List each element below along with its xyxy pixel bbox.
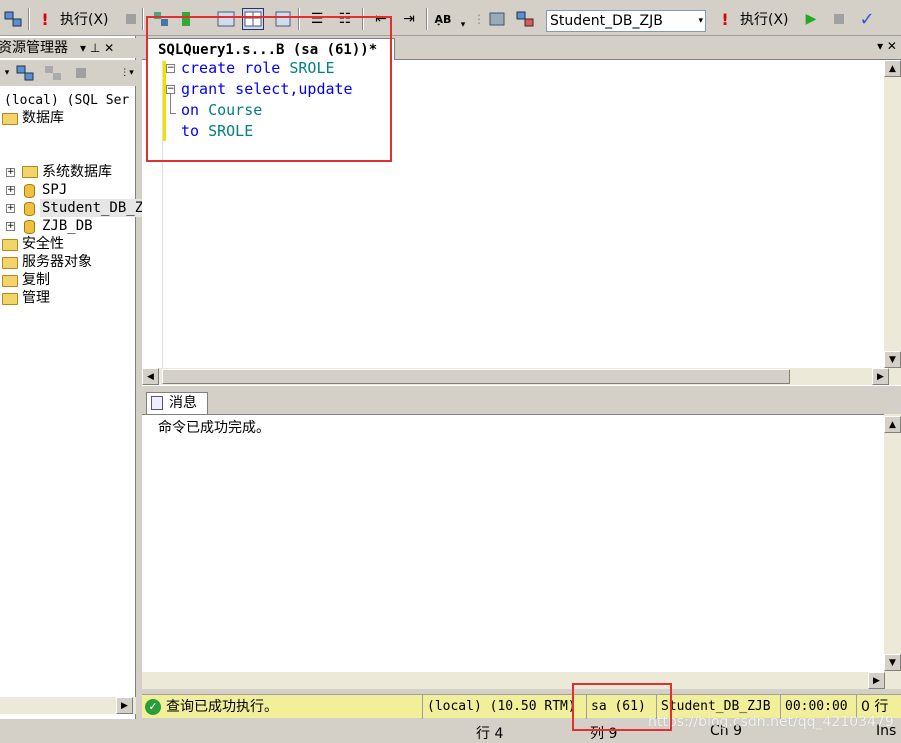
object-explorer: 资源管理器 ▾ ⊥ ✕ ▾ ⋮▾ (local) (SQL Ser 数据库 + …	[0, 36, 146, 719]
results-hscroll[interactable]: ▶	[142, 672, 901, 689]
tree-node-student-db[interactable]: Student_DB_Z	[40, 199, 146, 217]
highlight-box-user	[572, 683, 672, 731]
stop-debug-icon[interactable]	[828, 8, 850, 30]
server-icon[interactable]	[486, 8, 508, 30]
database-select-value: Student_DB_ZJB	[550, 13, 663, 29]
connect-icon[interactable]	[14, 62, 36, 84]
tab-messages[interactable]: 消息	[146, 392, 208, 414]
database-select[interactable]: Student_DB_ZJB ▾	[546, 10, 706, 32]
object-explorer-hscroll[interactable]: ▶	[0, 697, 136, 714]
results-pane: 命令已成功完成。	[142, 414, 884, 672]
tree-node-management[interactable]: 管理	[22, 289, 50, 307]
scroll-up-icon[interactable]: ▲	[884, 416, 901, 433]
exclamation-icon[interactable]: !	[34, 8, 56, 30]
status-server: (local) (10.50 RTM)	[422, 695, 576, 719]
folder-icon	[22, 166, 38, 178]
tree-node-zjb-db[interactable]: ZJB_DB	[42, 217, 93, 235]
scroll-down-icon[interactable]: ▼	[884, 351, 901, 368]
folder-icon	[2, 293, 18, 305]
toolbar-grip-icon: ⋮	[473, 12, 485, 26]
highlight-box-code	[146, 16, 392, 162]
tree-node-server-objects[interactable]: 服务器对象	[22, 253, 92, 271]
expand-icon[interactable]: +	[6, 186, 15, 195]
folder-icon	[2, 239, 18, 251]
database-icon	[24, 220, 35, 234]
stop-icon[interactable]	[70, 62, 92, 84]
chevron-down-icon[interactable]: ▾	[698, 11, 703, 31]
tab-controls[interactable]: ▾ ✕	[877, 39, 897, 53]
editor-hscroll[interactable]: ◀ ▶	[142, 368, 901, 385]
results-vscroll[interactable]: ▲ ▼	[884, 414, 901, 672]
overflow-icon[interactable]: ⋮▾	[120, 62, 134, 84]
messages-icon	[151, 396, 163, 410]
tree-node-spj[interactable]: SPJ	[42, 181, 67, 199]
connect-icon[interactable]	[2, 8, 24, 30]
tree-node-security[interactable]: 安全性	[22, 235, 64, 253]
debug-icon[interactable]: ▶	[800, 8, 822, 30]
toolbar: ! 执行(X) ☰ ☷ ⇤ ⇥ A͎B ▾ ⋮ Student_DB_ZJB ▾…	[0, 0, 901, 36]
specify-values-icon[interactable]: A͎B	[432, 8, 454, 30]
execute-button-secondary[interactable]: 执行(X)	[740, 9, 789, 31]
exclamation-icon[interactable]: !	[714, 8, 736, 30]
object-explorer-header: 资源管理器 ▾ ⊥ ✕	[0, 38, 136, 58]
result-message: 命令已成功完成。	[158, 420, 270, 436]
status-message: 查询已成功执行。	[166, 699, 278, 715]
stop-icon[interactable]	[120, 8, 142, 30]
line-indicator: 行 4	[476, 726, 504, 742]
folder-icon	[2, 257, 18, 269]
database-icon	[24, 202, 35, 216]
scroll-up-icon[interactable]: ▲	[884, 60, 901, 77]
editor-vscroll[interactable]: ▲ ▼	[884, 60, 901, 368]
object-explorer-toolbar: ▾ ⋮▾	[0, 60, 136, 86]
scroll-right-icon[interactable]: ▶	[872, 368, 889, 385]
database-icon	[24, 184, 35, 198]
parse-check-icon[interactable]: ✓	[856, 8, 878, 30]
object-explorer-title: 资源管理器	[0, 40, 68, 56]
scroll-right-icon[interactable]: ▶	[116, 697, 133, 714]
scroll-thumb[interactable]	[162, 369, 790, 384]
scroll-down-icon[interactable]: ▼	[884, 654, 901, 671]
server-node[interactable]: (local) (SQL Ser	[4, 92, 129, 110]
expand-icon[interactable]: +	[6, 204, 15, 213]
watermark: https://blog.csdn.net/qq_42103479	[648, 714, 894, 730]
tree-node-replication[interactable]: 复制	[22, 271, 50, 289]
success-icon: ✓	[145, 699, 161, 715]
results-tabbar	[142, 388, 901, 414]
folder-icon	[2, 275, 18, 287]
tree-node-databases[interactable]: 数据库	[22, 109, 64, 127]
increase-indent-icon[interactable]: ⇥	[398, 8, 420, 30]
scroll-left-icon[interactable]: ◀	[142, 368, 159, 385]
tree-node-system-databases[interactable]: 系统数据库	[42, 163, 112, 181]
expand-icon[interactable]: +	[6, 168, 15, 177]
scroll-right-icon[interactable]: ▶	[868, 672, 885, 689]
tab-messages-label: 消息	[169, 395, 197, 411]
pin-controls[interactable]: ▾ ⊥ ✕	[80, 38, 114, 58]
expand-icon[interactable]: +	[6, 222, 15, 231]
change-connection-icon[interactable]	[514, 8, 536, 30]
folder-icon	[2, 113, 18, 125]
toolbar-overflow-icon[interactable]: ▾	[457, 14, 469, 36]
execute-button[interactable]: 执行(X)	[60, 9, 109, 31]
disconnect-icon[interactable]	[42, 62, 64, 84]
